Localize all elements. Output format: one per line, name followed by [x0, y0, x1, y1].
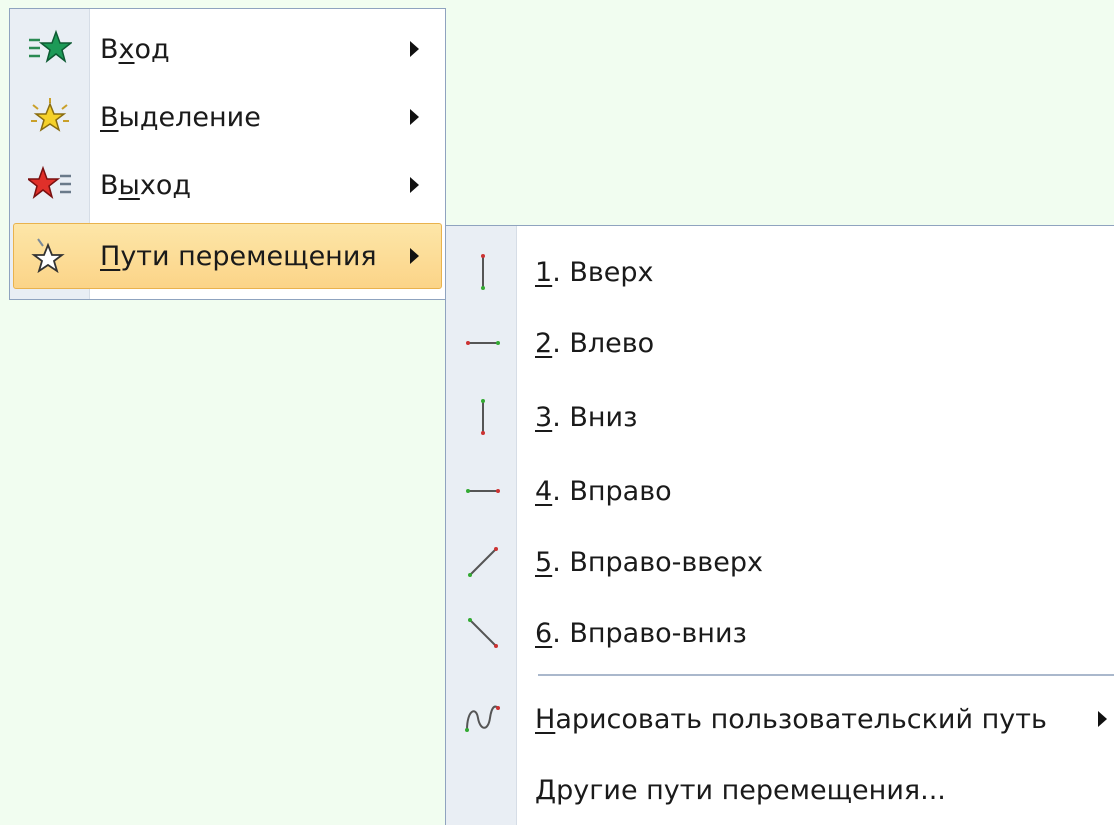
path-diagonal-up-icon — [448, 528, 518, 596]
submenu-arrow-icon — [410, 248, 419, 264]
submenu-item-up-right[interactable]: 5. Вправо-вверх — [448, 528, 1114, 596]
path-right-icon — [448, 457, 518, 525]
emphasis-star-icon — [12, 83, 88, 151]
submenu-item-label: 6. Вправо-вниз — [535, 617, 747, 649]
menu-item-label: Пути перемещения — [100, 240, 377, 272]
submenu-item-label: Другие пути перемещения... — [535, 774, 946, 806]
submenu-item-label: 1. Вверх — [535, 256, 654, 288]
submenu-item-up[interactable]: 1. Вверх — [448, 238, 1114, 306]
menu-item-label: Выделение — [100, 101, 261, 133]
menu-item-emphasis[interactable]: Выделение — [12, 83, 443, 151]
submenu-item-label: 4. Вправо — [535, 475, 672, 507]
animation-menu: Вход Выделение Выход Пути перемещения — [9, 8, 446, 300]
submenu-item-label: Нарисовать пользовательский путь — [535, 703, 1047, 735]
motion-paths-submenu: 1. Вверх 2. Влево 3. Вниз 4. Вправо 5. В… — [445, 225, 1114, 825]
path-up-icon — [448, 238, 518, 306]
path-down-icon — [448, 383, 518, 451]
menu-item-motion-paths[interactable]: Пути перемещения — [12, 223, 443, 289]
submenu-arrow-icon — [410, 109, 419, 125]
submenu-item-down[interactable]: 3. Вниз — [448, 383, 1114, 451]
submenu-item-right[interactable]: 4. Вправо — [448, 457, 1114, 525]
entrance-star-icon — [12, 15, 88, 83]
custom-path-icon — [448, 685, 518, 753]
menu-item-label: Вход — [100, 33, 170, 65]
empty-icon-slot — [448, 756, 518, 824]
submenu-item-draw-custom-path[interactable]: Нарисовать пользовательский путь — [448, 685, 1114, 753]
exit-star-icon — [12, 151, 88, 219]
submenu-item-more-motion-paths[interactable]: Другие пути перемещения... — [448, 756, 1114, 824]
submenu-item-down-right[interactable]: 6. Вправо-вниз — [448, 599, 1114, 667]
submenu-arrow-icon — [410, 177, 419, 193]
menu-item-label: Выход — [100, 169, 192, 201]
submenu-item-label: 2. Влево — [535, 327, 655, 359]
submenu-item-left[interactable]: 2. Влево — [448, 309, 1114, 377]
menu-item-entrance[interactable]: Вход — [12, 15, 443, 83]
submenu-arrow-icon — [410, 41, 419, 57]
menu-item-exit[interactable]: Выход — [12, 151, 443, 219]
motion-path-star-icon — [12, 222, 88, 290]
submenu-item-label: 3. Вниз — [535, 401, 638, 433]
menu-separator — [538, 674, 1114, 676]
submenu-arrow-icon — [1098, 711, 1107, 727]
submenu-item-label: 5. Вправо-вверх — [535, 546, 763, 578]
path-left-icon — [448, 309, 518, 377]
path-diagonal-down-icon — [448, 599, 518, 667]
